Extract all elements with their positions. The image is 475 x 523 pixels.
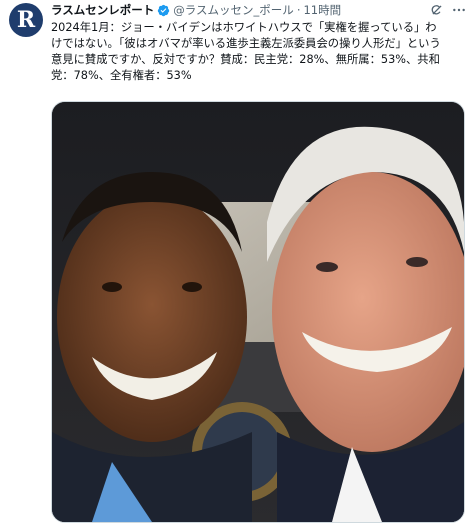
tweet-text: 2024年1月：ジョー・バイデンはホワイトハウスで「実権を握っている」わ けでは… [51,20,471,84]
avatar-letter: R [16,7,36,33]
tweet-text-line: けではない。「彼はオバマが率いる進歩主義左派委員会の操り人形だ」という [51,37,441,50]
tweet-header: ラスムセンレポート @ラスムッセン_ポール · 11時間 [51,1,431,19]
tweet-text-line: 意見に賛成ですか、反対ですか？賛成：民主党：28%、無所属：53%、共和 [51,53,440,66]
header-separator: · [296,3,301,17]
more-options-icon[interactable] [451,2,467,18]
tweet-photo[interactable] [51,101,465,523]
tweet-card[interactable]: R ラスムセンレポート @ラスムッセン_ポール · 11時間 2024年1月：ジ… [0,0,475,523]
author-name[interactable]: ラスムセンレポート [51,2,154,18]
selfie-photo-illustration [52,102,464,522]
grok-icon[interactable] [429,2,445,18]
tweet-text-line: 2024年1月：ジョー・バイデンはホワイトハウスで「実権を握っている」わ [51,21,437,34]
author-handle[interactable]: @ラスムッセン_ポール [173,2,294,18]
verified-badge-icon [157,4,170,17]
avatar[interactable]: R [9,3,43,37]
tweet-text-line: 党：78%、全有権者：53% [51,69,192,82]
timestamp[interactable]: 11時間 [303,2,341,18]
